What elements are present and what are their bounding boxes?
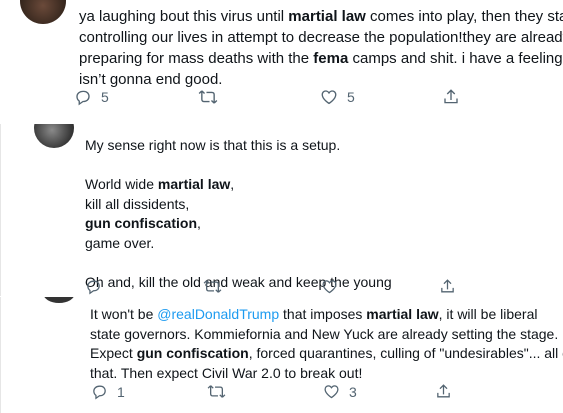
- text-span: controlling our lives in attempt to decr…: [79, 29, 563, 46]
- tweet-line: My sense right now is that this is a set…: [85, 136, 392, 156]
- share-icon: [439, 278, 456, 295]
- reply-icon: [74, 88, 92, 106]
- text-span: ,: [230, 176, 235, 192]
- text-span: game over.: [85, 234, 155, 251]
- avatar[interactable]: [34, 124, 74, 148]
- heart-icon: [320, 88, 338, 106]
- tweet-line: game over.: [85, 234, 392, 254]
- retweet-button[interactable]: [203, 278, 231, 295]
- highlighted-keyword: gun confiscation: [136, 345, 249, 361]
- share-button[interactable]: [439, 278, 456, 295]
- text-span: ,: [197, 215, 201, 231]
- highlighted-keyword: martial law: [157, 176, 231, 192]
- reply-count: 5: [101, 89, 109, 105]
- text-span: preparing for mass deaths with the: [79, 50, 314, 67]
- highlighted-keyword: fema: [313, 50, 349, 67]
- reply-count: 1: [117, 383, 125, 400]
- share-icon: [435, 383, 452, 400]
- reply-icon: [91, 383, 108, 400]
- reply-button[interactable]: [85, 278, 111, 295]
- tweet-line: World wide martial law,: [85, 175, 392, 195]
- text-span: comes into play, then they start: [365, 8, 563, 25]
- retweet-icon: [203, 278, 222, 295]
- retweet-icon: [207, 383, 226, 400]
- like-count: 5: [347, 89, 355, 105]
- retweet-button[interactable]: [198, 88, 227, 106]
- avatar[interactable]: [43, 297, 75, 303]
- tweet-2[interactable]: My sense right now is that this is a set…: [0, 124, 563, 296]
- text-span: ya laughing bout this virus until: [79, 8, 289, 25]
- tweet-text: My sense right now is that this is a set…: [85, 136, 392, 292]
- share-icon: [442, 88, 460, 106]
- text-span: It won't be: [90, 306, 158, 322]
- heart-icon: [323, 383, 340, 400]
- reply-button[interactable]: 1: [91, 383, 125, 400]
- text-span: , it will be liberal: [438, 306, 538, 322]
- text-span: My sense right now is that this is a set…: [85, 137, 341, 153]
- tweet-line: [85, 253, 392, 273]
- highlighted-keyword: gun confiscation: [85, 215, 197, 231]
- text-span: camps and shit. i have a feeling this: [352, 50, 563, 67]
- tweet-line: It won't be @realDonaldTrump that impose…: [90, 305, 563, 325]
- reply-icon: [85, 278, 102, 295]
- avatar[interactable]: [20, 0, 66, 24]
- tweet-line: that. Then expect Civil War 2.0 to break…: [90, 364, 563, 384]
- text-span: kill all dissidents,: [85, 195, 190, 212]
- tweet-3[interactable]: It won't be @realDonaldTrump that impose…: [0, 297, 563, 413]
- text-span: World wide: [85, 176, 158, 192]
- text-span: state governors. Kommiefornia and New Yu…: [90, 325, 559, 342]
- like-button[interactable]: 5: [320, 88, 355, 106]
- tweet-text: ya laughing bout this virus until martia…: [79, 6, 563, 90]
- tweet-line: isn’t gonna end good.: [79, 69, 563, 90]
- reply-button[interactable]: 5: [74, 88, 109, 106]
- text-span: , forced quarantines, culling of "undesi…: [248, 345, 563, 361]
- text-span: Expect: [90, 345, 137, 361]
- heart-icon: [321, 278, 338, 295]
- share-button[interactable]: [442, 88, 460, 106]
- tweet-line: kill all dissidents,: [85, 195, 392, 215]
- like-button[interactable]: [321, 278, 347, 295]
- text-span: that imposes: [279, 306, 367, 322]
- text-span: isn’t gonna end good.: [79, 71, 223, 88]
- tweet-line: state governors. Kommiefornia and New Yu…: [90, 325, 563, 345]
- retweet-icon: [198, 88, 218, 106]
- tweet-line: Expect gun confiscation, forced quaranti…: [90, 344, 563, 364]
- tweet-text: It won't be @realDonaldTrump that impose…: [90, 305, 563, 383]
- tweet-line: gun confiscation,: [85, 214, 392, 234]
- retweet-button[interactable]: [207, 383, 235, 400]
- highlighted-keyword: martial law: [366, 306, 439, 322]
- like-button[interactable]: 3: [323, 383, 357, 400]
- tweet-line: [85, 156, 392, 176]
- share-button[interactable]: [435, 383, 452, 400]
- tweet-line: controlling our lives in attempt to decr…: [79, 27, 563, 48]
- tweet-line: preparing for mass deaths with the fema …: [79, 48, 563, 69]
- text-span: that. Then expect Civil War 2.0 to break…: [90, 364, 363, 381]
- tweet-1[interactable]: ya laughing bout this virus until martia…: [0, 0, 563, 118]
- user-mention-link[interactable]: @realDonaldTrump: [157, 306, 279, 322]
- tweet-line: ya laughing bout this virus until martia…: [79, 6, 563, 27]
- highlighted-keyword: martial law: [288, 8, 366, 25]
- like-count: 3: [349, 383, 357, 400]
